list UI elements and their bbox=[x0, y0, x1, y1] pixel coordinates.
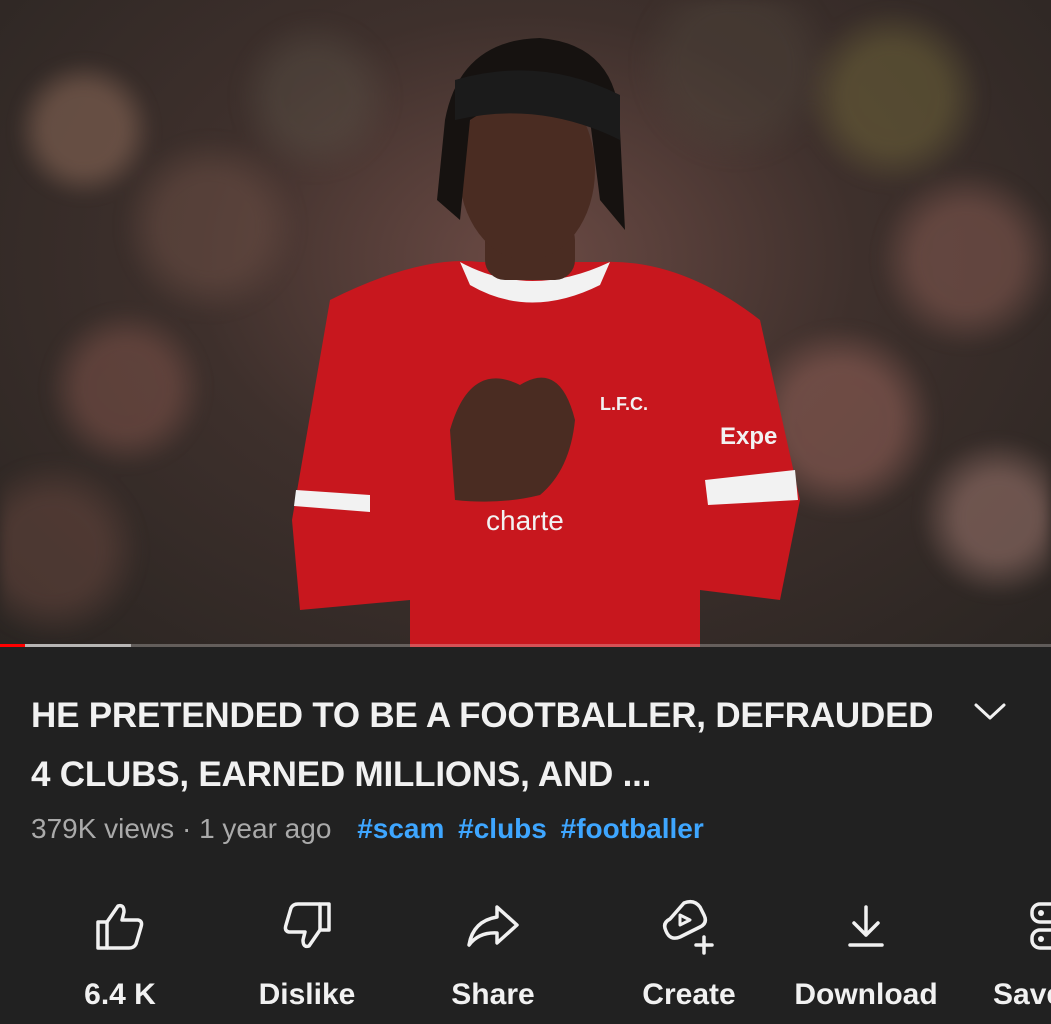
thumbs-up-icon bbox=[96, 903, 144, 950]
dislike-label: Dislike bbox=[258, 978, 356, 1011]
video-title[interactable]: HE PRETENDED TO BE A FOOTBALLER, DEFRAUD… bbox=[31, 686, 961, 804]
video-player[interactable]: L.F.C. Expe charte bbox=[0, 0, 1051, 647]
meta-separator: · bbox=[181, 813, 192, 844]
like-button[interactable]: 6.4 K bbox=[30, 888, 210, 1018]
hashtag-link[interactable]: #footballer bbox=[561, 813, 704, 844]
view-count: 379K views bbox=[31, 813, 175, 844]
like-count: 6.4 K bbox=[84, 978, 156, 1011]
dislike-button[interactable]: Dislike bbox=[217, 888, 397, 1018]
video-thumbnail: L.F.C. Expe charte bbox=[292, 38, 800, 647]
action-bar: 6.4 K Dislike Share Create Download Sav bbox=[0, 888, 1051, 1018]
svg-text:L.F.C.: L.F.C. bbox=[600, 394, 648, 414]
upload-age: 1 year ago bbox=[199, 813, 332, 844]
hashtag-link[interactable]: #clubs bbox=[458, 813, 547, 844]
hashtag-list: #scam #clubs #footballer bbox=[357, 813, 710, 844]
video-info-panel: HE PRETENDED TO BE A FOOTBALLER, DEFRAUD… bbox=[0, 648, 1051, 1024]
share-icon bbox=[467, 905, 519, 947]
expand-description-button[interactable] bbox=[970, 692, 1010, 732]
save-button[interactable]: Save bbox=[960, 888, 1051, 1018]
hashtag-link[interactable]: #scam bbox=[357, 813, 444, 844]
video-meta: 379K views · 1 year ago #scam #clubs #fo… bbox=[31, 813, 710, 845]
create-icon bbox=[662, 899, 714, 955]
thumbs-down-icon bbox=[283, 902, 331, 949]
create-label: Create bbox=[642, 978, 736, 1011]
svg-text:Expe: Expe bbox=[720, 423, 777, 450]
save-label: Save bbox=[993, 978, 1051, 1011]
download-button[interactable]: Download bbox=[776, 888, 956, 1018]
download-label: Download bbox=[794, 978, 938, 1011]
download-icon bbox=[848, 905, 884, 947]
chevron-down-icon bbox=[974, 703, 1006, 720]
progress-played bbox=[0, 644, 26, 647]
svg-text:charte: charte bbox=[486, 505, 564, 536]
share-button[interactable]: Share bbox=[403, 888, 583, 1018]
share-label: Share bbox=[451, 978, 535, 1011]
progress-bar[interactable] bbox=[0, 644, 1051, 647]
save-icon bbox=[1030, 902, 1051, 950]
create-button[interactable]: Create bbox=[599, 888, 779, 1018]
